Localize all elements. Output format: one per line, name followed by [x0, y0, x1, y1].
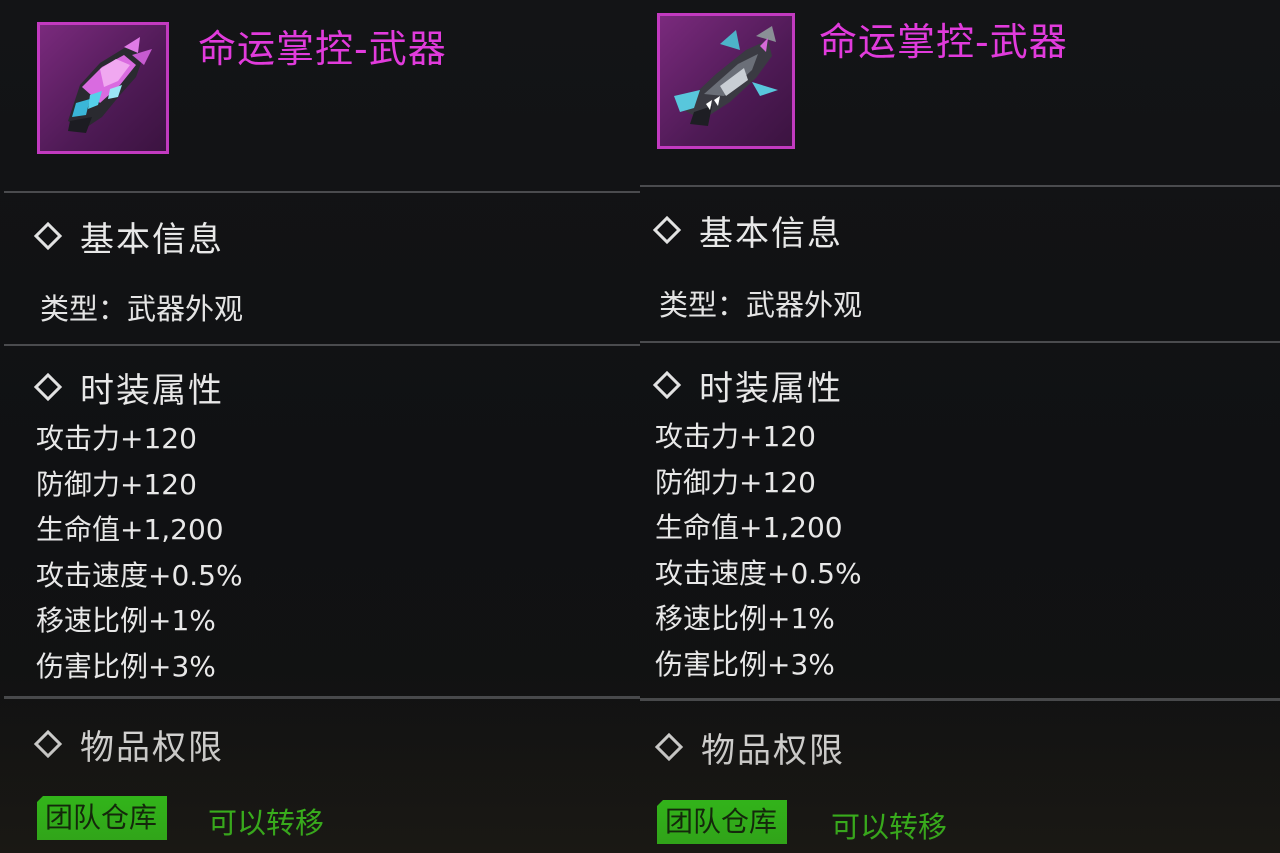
attribute-stat: 攻击力+120 [655, 420, 816, 453]
divider [4, 191, 640, 193]
section-heading: 基本信息 [699, 213, 843, 254]
diamond-icon [654, 732, 684, 762]
section-basic-info: 基本信息 [652, 208, 843, 254]
diamond-icon [33, 221, 63, 251]
type-value: 武器外观 [127, 292, 244, 326]
attribute-stat: 生命值+1,200 [655, 511, 843, 545]
team-storage-badge: 团队仓库 [37, 796, 168, 840]
attribute-list: 攻击力+120 防御力+120 生命值+1,200 攻击速度+0.5% 移速比例… [36, 416, 243, 690]
divider [4, 696, 640, 699]
divider [640, 185, 1280, 187]
item-type-line: 类型：武器外观 [40, 286, 243, 328]
glove-gauntlet-icon [68, 37, 152, 133]
section-heading: 基本信息 [80, 219, 224, 260]
diamond-icon [33, 372, 63, 402]
section-basic-info: 基本信息 [33, 214, 224, 260]
item-title: 命运掌控-武器 [198, 27, 447, 71]
item-type-line: 类型：武器外观 [659, 282, 862, 324]
divider [640, 698, 1280, 701]
attribute-stat: 移速比例+1% [655, 602, 835, 636]
attribute-stat: 攻击速度+0.5% [36, 558, 243, 592]
attribute-stat: 移速比例+1% [36, 604, 216, 638]
diamond-icon [652, 370, 682, 400]
section-heading: 物品权限 [701, 730, 845, 771]
attribute-stat: 伤害比例+3% [36, 649, 216, 683]
type-value: 武器外观 [746, 288, 863, 322]
item-tooltip-comparison: 命运掌控-武器 基本信息 类型：武器外观 时装属性 攻击力+120 防御力+12… [0, 0, 1280, 853]
attribute-stat: 伤害比例+3% [655, 647, 835, 681]
section-attributes: 时装属性 [652, 363, 843, 409]
attribute-stat: 防御力+120 [655, 465, 816, 499]
weapon-icon-slot[interactable] [37, 22, 169, 154]
section-permissions: 物品权限 [654, 725, 845, 771]
section-heading: 时装属性 [699, 368, 843, 409]
item-title: 命运掌控-武器 [819, 20, 1068, 64]
attribute-stat: 攻击速度+0.5% [655, 556, 862, 590]
transfer-status: 可以转移 [208, 806, 325, 840]
shark-cannon-icon [674, 26, 778, 126]
divider [4, 344, 640, 346]
attribute-stat: 攻击力+120 [36, 422, 197, 455]
item-tooltip-left: 命运掌控-武器 基本信息 类型：武器外观 时装属性 攻击力+120 防御力+12… [0, 0, 640, 853]
divider [640, 341, 1280, 343]
type-label: 类型： [40, 292, 128, 326]
type-label: 类型： [659, 288, 747, 322]
team-storage-badge: 团队仓库 [657, 800, 788, 844]
transfer-status: 可以转移 [831, 810, 948, 844]
attribute-stat: 防御力+120 [36, 467, 197, 501]
section-heading: 物品权限 [80, 727, 224, 768]
attribute-stat: 生命值+1,200 [36, 513, 224, 547]
item-tooltip-right: 命运掌控-武器 基本信息 类型：武器外观 时装属性 攻击力+120 防御力+12… [640, 0, 1280, 853]
diamond-icon [652, 215, 682, 245]
section-permissions: 物品权限 [33, 722, 224, 768]
section-attributes: 时装属性 [33, 365, 224, 411]
attribute-list: 攻击力+120 防御力+120 生命值+1,200 攻击速度+0.5% 移速比例… [655, 414, 862, 688]
weapon-icon-slot[interactable] [657, 13, 795, 149]
section-heading: 时装属性 [80, 370, 224, 411]
diamond-icon [33, 729, 63, 759]
